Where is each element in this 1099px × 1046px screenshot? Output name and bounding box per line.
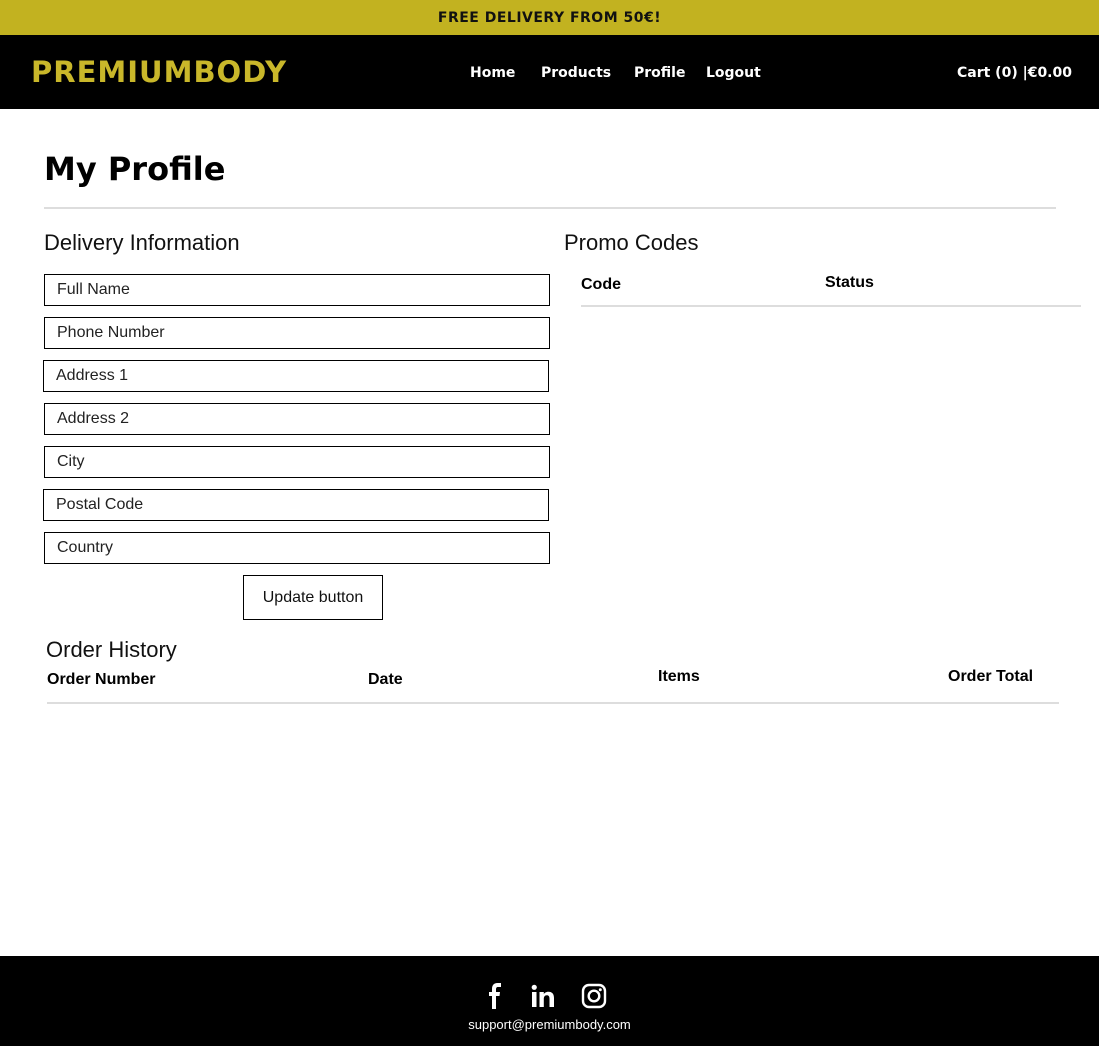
nav-products-link[interactable]: Products: [541, 65, 611, 81]
postal-code-field[interactable]: [43, 489, 549, 521]
nav-profile-link[interactable]: Profile: [634, 65, 685, 81]
address2-field[interactable]: [44, 403, 550, 435]
promo-banner: FREE DELIVERY FROM 50€!: [0, 0, 1099, 35]
facebook-icon[interactable]: [481, 982, 509, 1010]
promo-status-column-header: Status: [825, 274, 874, 291]
brand-logo[interactable]: PREMIUMBODY: [31, 55, 287, 89]
promo-codes-heading: Promo Codes: [564, 230, 699, 255]
order-table-rule: [47, 702, 1059, 704]
top-navbar: PREMIUMBODY Home Products Profile Logout…: [0, 35, 1099, 109]
order-number-column-header: Order Number: [47, 671, 156, 688]
promo-banner-text: FREE DELIVERY FROM 50€!: [437, 9, 662, 26]
promo-code-column-header: Code: [581, 276, 621, 293]
nav-home-link[interactable]: Home: [470, 65, 515, 81]
support-email-link[interactable]: support@premiumbody.com: [0, 1017, 1099, 1032]
promo-table-rule: [581, 305, 1081, 307]
address1-field[interactable]: [43, 360, 549, 392]
order-total-column-header: Order Total: [948, 668, 1034, 685]
update-button[interactable]: Update button: [243, 575, 383, 620]
city-field[interactable]: [44, 446, 550, 478]
nav-logout-link[interactable]: Logout: [706, 65, 761, 81]
delivery-info-heading: Delivery Information: [44, 230, 240, 255]
order-items-column-header: Items: [658, 668, 700, 685]
instagram-icon[interactable]: [580, 982, 608, 1010]
page-title: My Profile: [44, 150, 226, 188]
phone-number-field[interactable]: [44, 317, 550, 349]
order-history-heading: Order History: [46, 637, 177, 662]
full-name-field[interactable]: [44, 274, 550, 306]
cart-link[interactable]: Cart (0) |€0.00: [957, 65, 1072, 81]
country-field[interactable]: [44, 532, 550, 564]
order-date-column-header: Date: [368, 671, 403, 688]
title-divider: [44, 207, 1056, 209]
linkedin-icon[interactable]: [529, 982, 557, 1010]
